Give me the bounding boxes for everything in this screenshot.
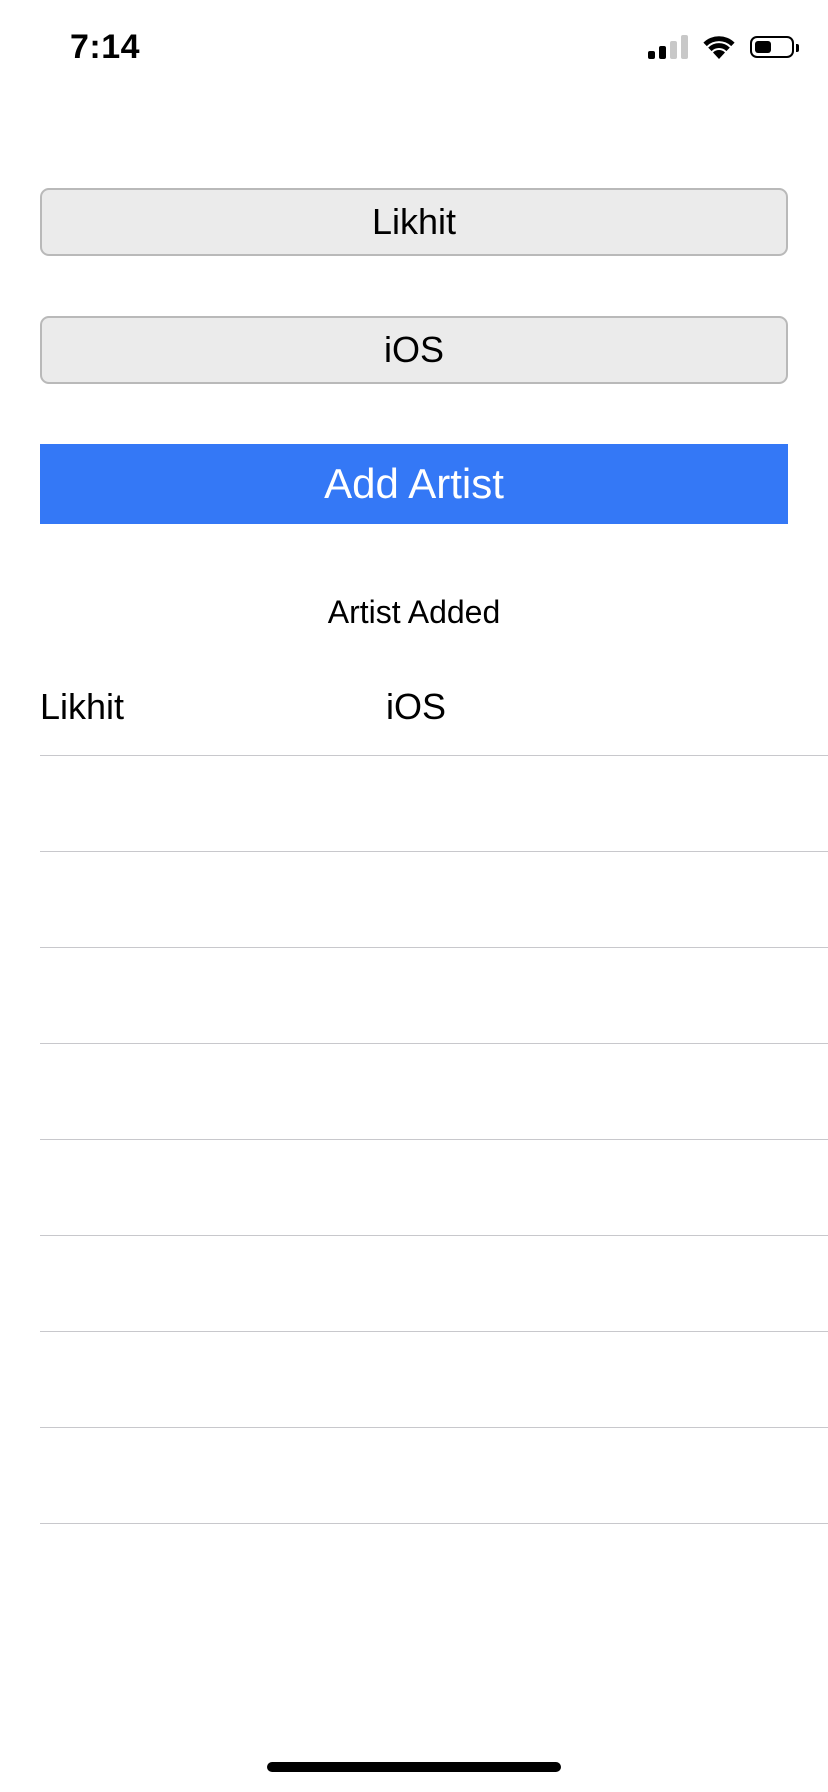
table-row[interactable] <box>40 1332 828 1428</box>
table-row[interactable] <box>40 1428 828 1524</box>
table-row[interactable] <box>40 948 828 1044</box>
table-row[interactable] <box>40 852 828 948</box>
artist-genre-field[interactable] <box>40 316 788 384</box>
cellular-signal-icon <box>648 35 688 59</box>
artist-table[interactable]: Likhit iOS <box>40 660 828 1524</box>
artist-genre-cell: iOS <box>386 686 447 727</box>
status-message: Artist Added <box>327 594 501 630</box>
table-row[interactable] <box>40 756 828 852</box>
battery-icon <box>750 36 799 58</box>
status-icons <box>648 34 799 60</box>
table-row[interactable] <box>40 1044 828 1140</box>
status-time: 7:14 <box>70 28 141 66</box>
table-row[interactable] <box>40 1140 828 1236</box>
artist-name-cell: Likhit <box>40 686 125 727</box>
add-artist-button[interactable]: Add Artist <box>40 444 788 524</box>
table-row[interactable]: Likhit iOS <box>40 660 828 756</box>
table-row[interactable] <box>40 1236 828 1332</box>
status-bar: 7:14 <box>0 0 828 100</box>
wifi-icon <box>703 36 735 59</box>
home-indicator[interactable] <box>267 1762 561 1772</box>
artist-name-field[interactable] <box>40 188 788 256</box>
